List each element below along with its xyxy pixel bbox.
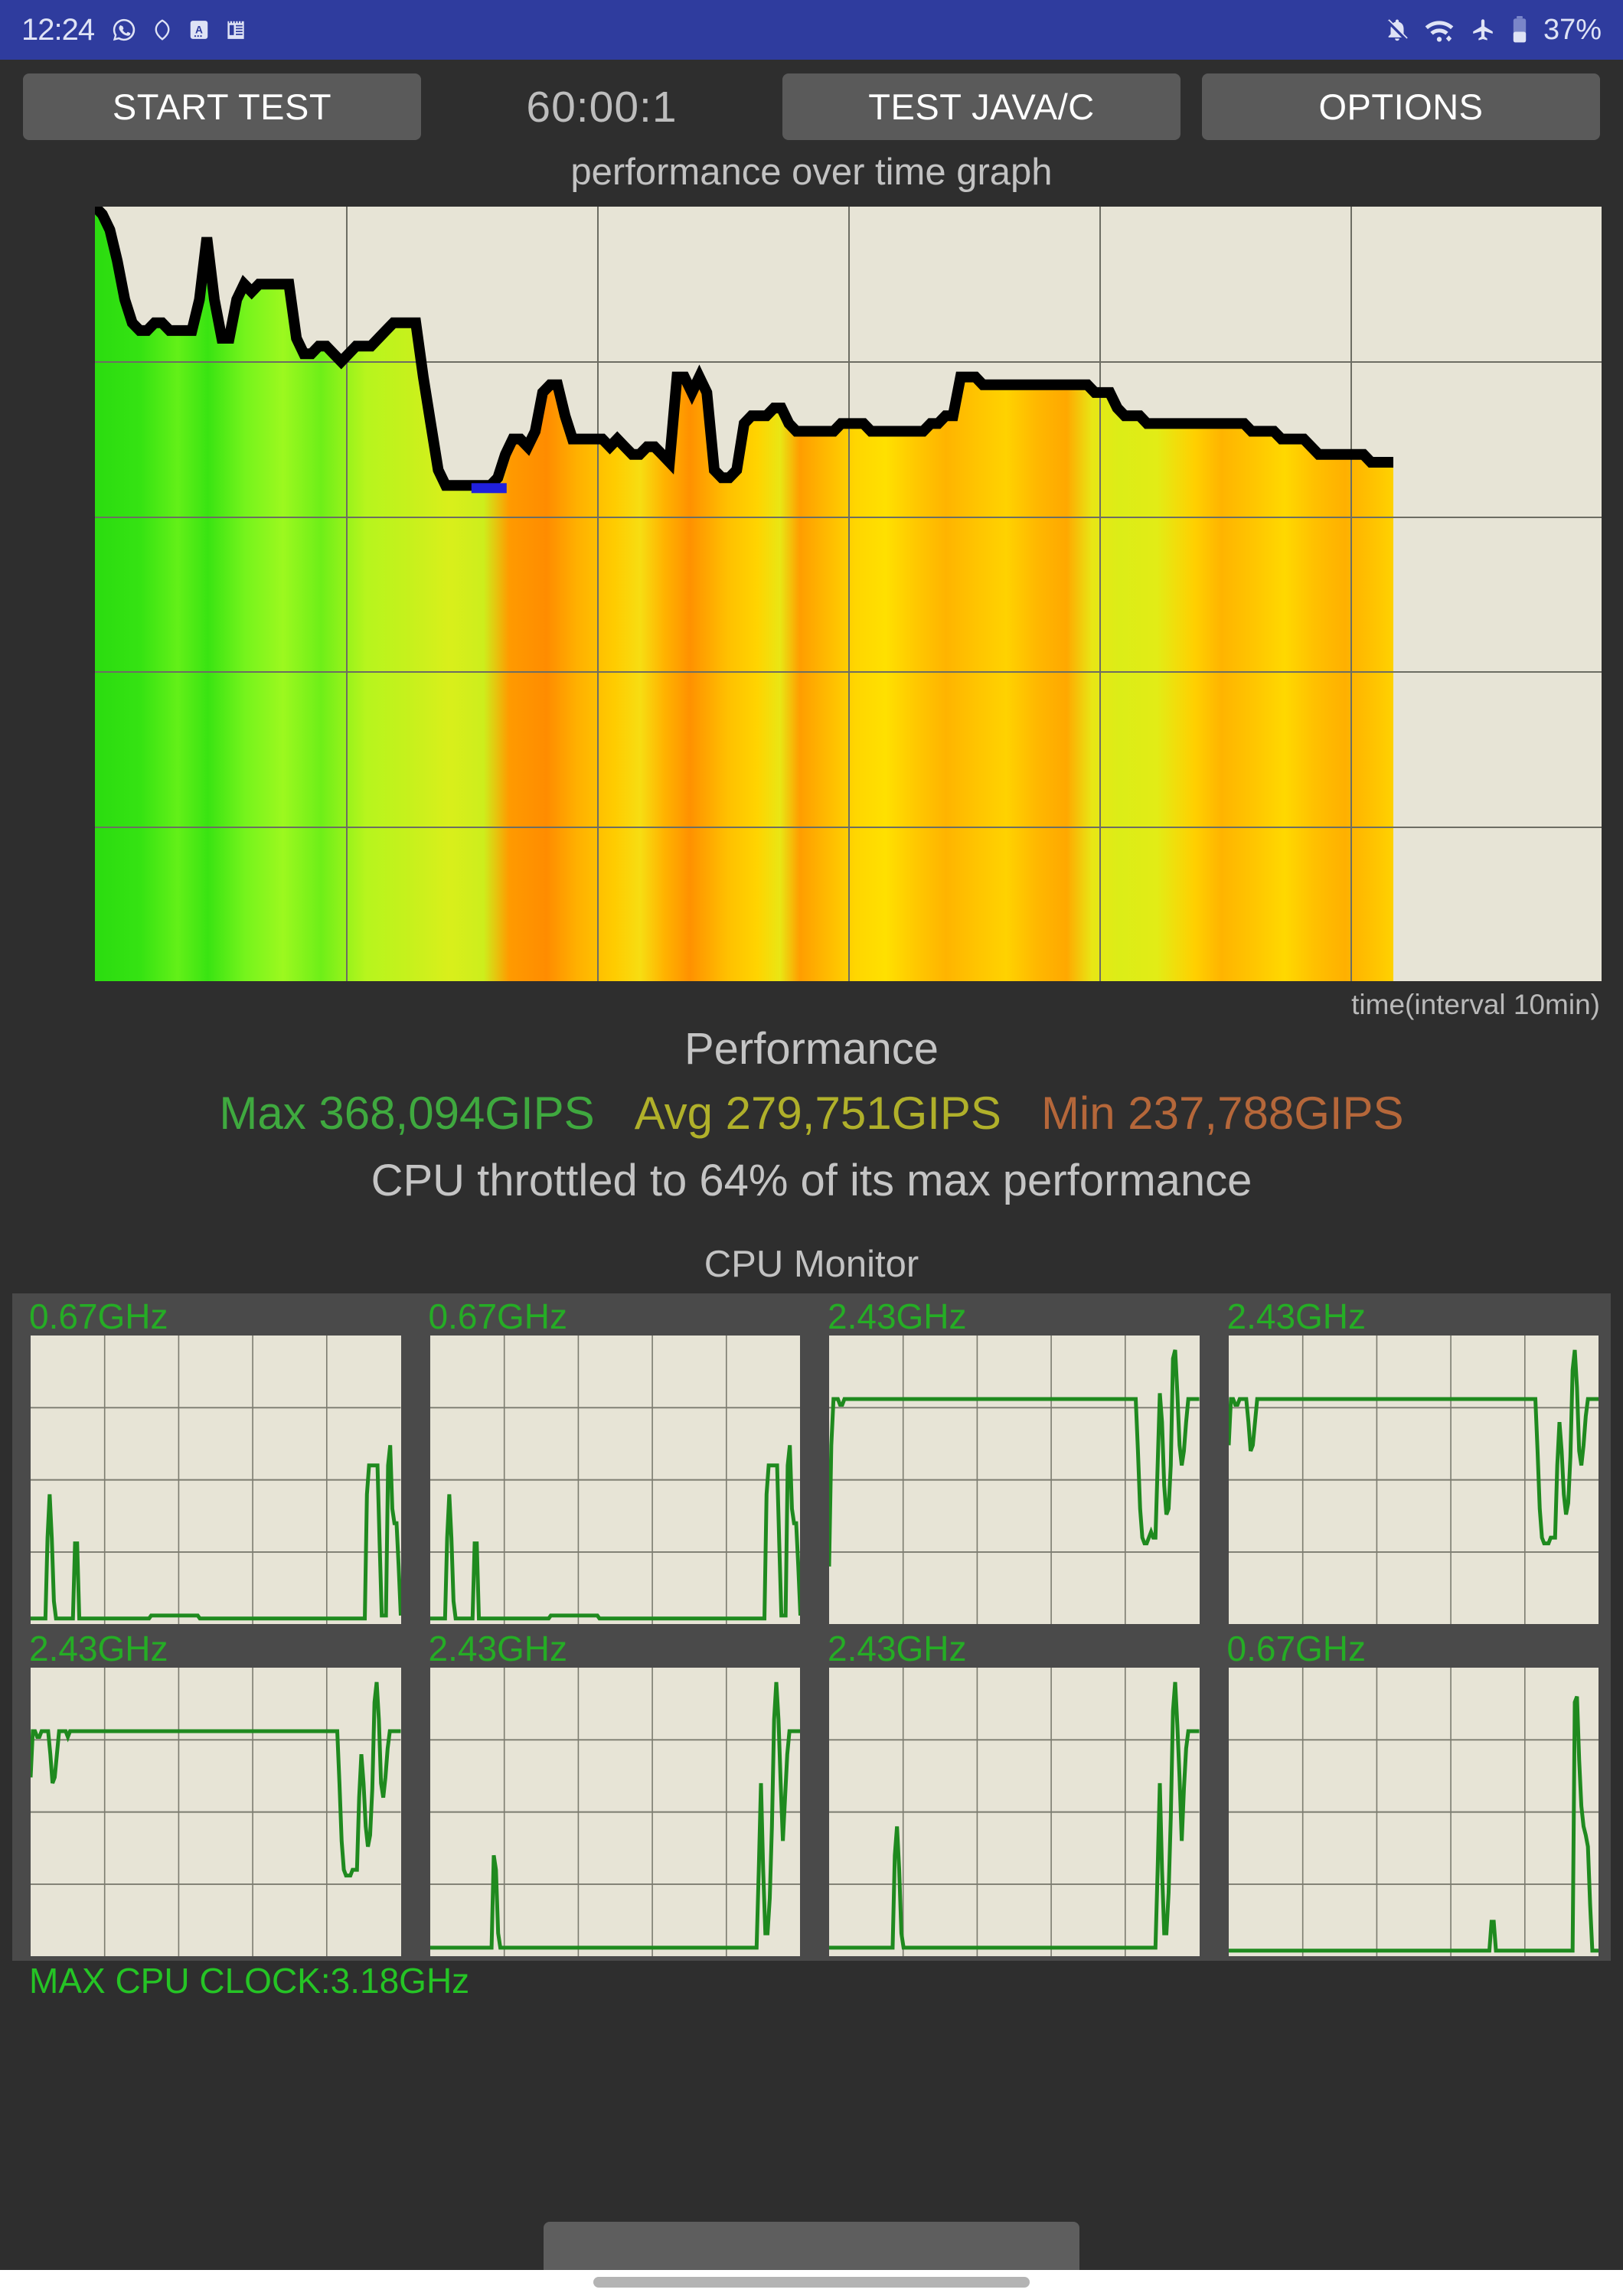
cpu-core-usage-graph: [829, 1667, 1200, 1956]
performance-max-value: Max 368,094GIPS: [219, 1088, 595, 1139]
cpu-monitor-title: CPU Monitor: [704, 1244, 919, 1285]
cpu-core-frequency-label: 0.67GHz: [1226, 1629, 1367, 1668]
cpu-core-cell: 0.67GHz: [18, 1298, 407, 1630]
performance-over-time-chart: 100%80%60%40%20%0 time(interval 10min): [0, 196, 1623, 1020]
throttle-message: CPU throttled to 64% of its max performa…: [371, 1156, 1252, 1205]
cpu-core-usage-graph: [1228, 1667, 1599, 1956]
notifications-muted-icon: [1384, 17, 1410, 43]
airplane-mode-icon: [1468, 17, 1497, 43]
performance-avg-value: Avg 279,751GIPS: [634, 1088, 1001, 1139]
cpu-core-frequency-label: 2.43GHz: [828, 1296, 967, 1336]
chart-x-axis-label: time(interval 10min): [1351, 989, 1600, 1020]
cpu-core-row-top: 0.67GHz 0.67GHz 2.43GHz 2.43GHz: [18, 1298, 1605, 1630]
cpu-core-usage-graph: [31, 1667, 401, 1956]
notes-icon: [224, 17, 247, 43]
cpu-core-cell: 0.67GHz: [1216, 1630, 1605, 1962]
performance-section-title: Performance: [684, 1024, 939, 1074]
cpu-core-frequency-label: 2.43GHz: [428, 1629, 568, 1668]
status-bar: 12:24 A 37%: [0, 0, 1623, 60]
cpu-core-usage-graph: [429, 1335, 800, 1624]
translate-icon: A: [188, 18, 211, 42]
help-instructions-button[interactable]: HELP/INSTRUCTIONS: [544, 2222, 1079, 2270]
cpu-core-cell: 2.43GHz: [418, 1630, 807, 1962]
start-test-button[interactable]: START TEST: [23, 73, 421, 140]
performance-stats: Max 368,094GIPS Avg 279,751GIPS Min 237,…: [0, 1087, 1623, 1140]
performance-min-value: Min 237,788GIPS: [1040, 1088, 1404, 1139]
battery-percent-label: 37%: [1543, 13, 1602, 46]
toolbar: START TEST 60:00:1 TEST JAVA/C OPTIONS: [0, 60, 1623, 151]
cpu-monitor-panel: 0.67GHz 0.67GHz 2.43GHz 2.43GHz 2.43GHz 2.43…: [12, 1293, 1611, 1999]
home-gesture-pill[interactable]: [593, 2277, 1030, 2288]
test-timer: 60:00:1: [526, 82, 678, 132]
cpu-core-cell: 2.43GHz: [817, 1630, 1206, 1962]
cpu-core-usage-graph: [429, 1667, 800, 1956]
whatsapp-icon: [111, 17, 137, 43]
cpu-core-cell: 2.43GHz: [1216, 1298, 1605, 1630]
chart-performance-line: [95, 207, 1602, 981]
status-bar-system-icons: 37%: [1384, 14, 1602, 47]
cpu-core-usage-graph: [31, 1335, 401, 1624]
max-cpu-clock-label: MAX CPU CLOCK:3.18GHz: [29, 1961, 470, 2001]
battery-icon: [1511, 16, 1528, 44]
wifi-icon: [1424, 17, 1455, 43]
cpu-core-usage-graph: [829, 1335, 1200, 1624]
performance-graph-title: performance over time graph: [570, 152, 1053, 193]
system-navigation-bar: [0, 2270, 1623, 2296]
cpu-core-frequency-label: 2.43GHz: [29, 1629, 168, 1668]
cpu-core-cell: 2.43GHz: [817, 1298, 1206, 1630]
cpu-core-usage-graph: [1228, 1335, 1599, 1624]
cpu-core-row-bottom: 2.43GHz 2.43GHz 2.43GHz 0.67GHz: [18, 1630, 1605, 1962]
test-java-c-button[interactable]: TEST JAVA/C: [782, 73, 1181, 140]
cpu-core-cell: 2.43GHz: [18, 1630, 407, 1962]
cpu-core-cell: 0.67GHz: [418, 1298, 807, 1630]
cpu-core-frequency-label: 0.67GHz: [29, 1296, 168, 1336]
chart-plot-area: [95, 207, 1602, 981]
cpu-core-frequency-label: 2.43GHz: [1226, 1296, 1367, 1336]
status-bar-clock: 12:24: [21, 12, 95, 47]
cpu-core-frequency-label: 0.67GHz: [428, 1296, 568, 1336]
svg-text:A: A: [195, 24, 203, 35]
help-button-container: HELP/INSTRUCTIONS: [0, 2222, 1623, 2270]
opera-icon: [151, 17, 174, 43]
options-button[interactable]: OPTIONS: [1202, 73, 1600, 140]
cpu-core-frequency-label: 2.43GHz: [828, 1629, 967, 1668]
status-bar-notification-icons: A: [111, 17, 247, 43]
